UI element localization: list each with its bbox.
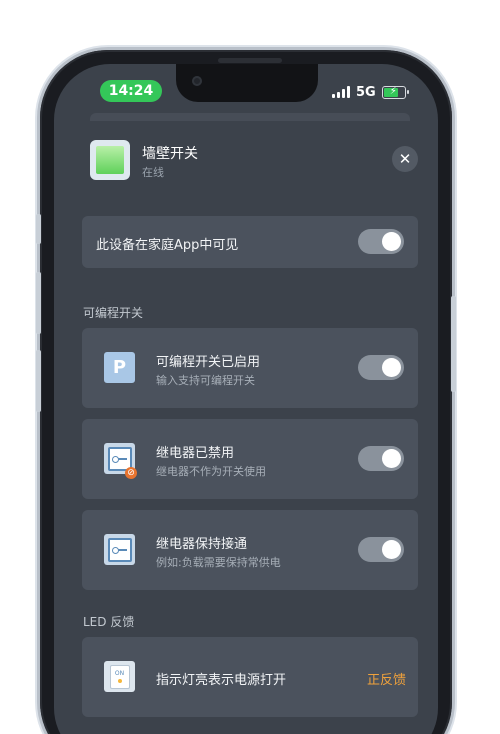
led-feedback-value[interactable]: 正反馈: [367, 669, 406, 688]
section-title-led: LED 反馈: [83, 615, 135, 629]
relay-disabled-label: 继电器已禁用: [156, 446, 235, 461]
programmable-enabled-sub: 输入支持可编程开关: [156, 374, 255, 387]
close-icon: ✕: [398, 150, 412, 168]
front-camera: [192, 76, 202, 86]
relay-keep-on-toggle[interactable]: [358, 537, 404, 562]
mute-switch: [36, 214, 41, 244]
sheet-underlay: [90, 113, 410, 121]
relay-disabled-toggle[interactable]: [358, 446, 404, 471]
battery-charging-icon: ⚡: [381, 85, 409, 99]
signal-icon: [332, 86, 350, 98]
visibility-toggle[interactable]: [358, 229, 404, 254]
relay-disabled-sub: 继电器不作为开关使用: [156, 465, 266, 478]
disabled-badge-icon: ⊘: [125, 467, 137, 479]
device-name: 墙壁开关: [142, 146, 198, 162]
device-status: 在线: [142, 166, 164, 179]
section-title-programmable: 可编程开关: [83, 306, 144, 320]
programmable-enabled-label: 可编程开关已启用: [156, 355, 261, 370]
relay-icon: [104, 534, 135, 565]
programmable-p-icon: P: [104, 352, 135, 383]
led-indicator-icon: ON: [104, 661, 135, 692]
relay-keep-on-label: 继电器保持接通: [156, 537, 248, 552]
status-time[interactable]: 14:24: [100, 80, 162, 102]
programmable-enabled-toggle[interactable]: [358, 355, 404, 380]
power-button: [451, 296, 456, 392]
network-type: 5G: [356, 84, 376, 100]
volume-down-button: [36, 350, 41, 412]
speaker-grille: [218, 58, 282, 63]
volume-up-button: [36, 272, 41, 334]
relay-keep-on-sub: 例如:负载需要保持常供电: [156, 556, 281, 569]
status-indicators: 5G ⚡: [332, 82, 409, 102]
led-feedback-label: 指示灯亮表示电源打开: [156, 673, 287, 688]
wall-switch-icon: [90, 140, 130, 180]
visibility-label: 此设备在家庭App中可见: [96, 238, 239, 253]
close-button[interactable]: ✕: [392, 146, 418, 172]
